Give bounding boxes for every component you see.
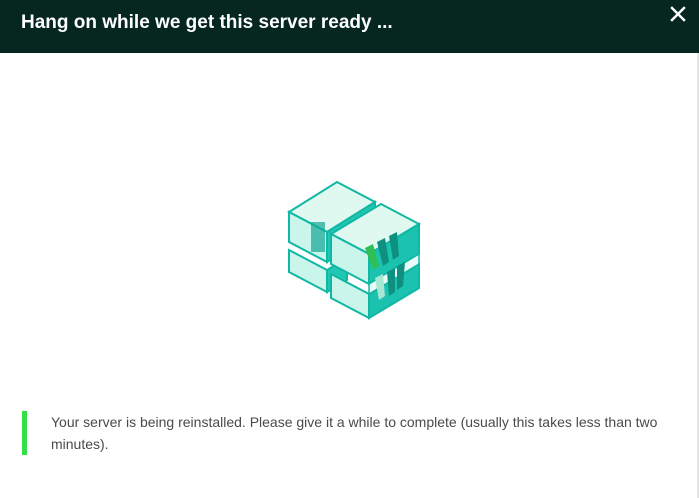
close-button[interactable]: [667, 3, 689, 25]
close-icon: [670, 6, 686, 22]
server-blocks-logo-icon: [286, 180, 422, 320]
server-illustration: [285, 178, 425, 323]
reinstall-notice: Your server is being reinstalled. Please…: [22, 411, 662, 455]
reinstall-modal: Hang on while we get this server ready .…: [0, 0, 699, 498]
notice-message: Your server is being reinstalled. Please…: [51, 414, 658, 452]
modal-title: Hang on while we get this server ready .…: [21, 12, 393, 33]
modal-header: Hang on while we get this server ready .…: [0, 0, 699, 53]
